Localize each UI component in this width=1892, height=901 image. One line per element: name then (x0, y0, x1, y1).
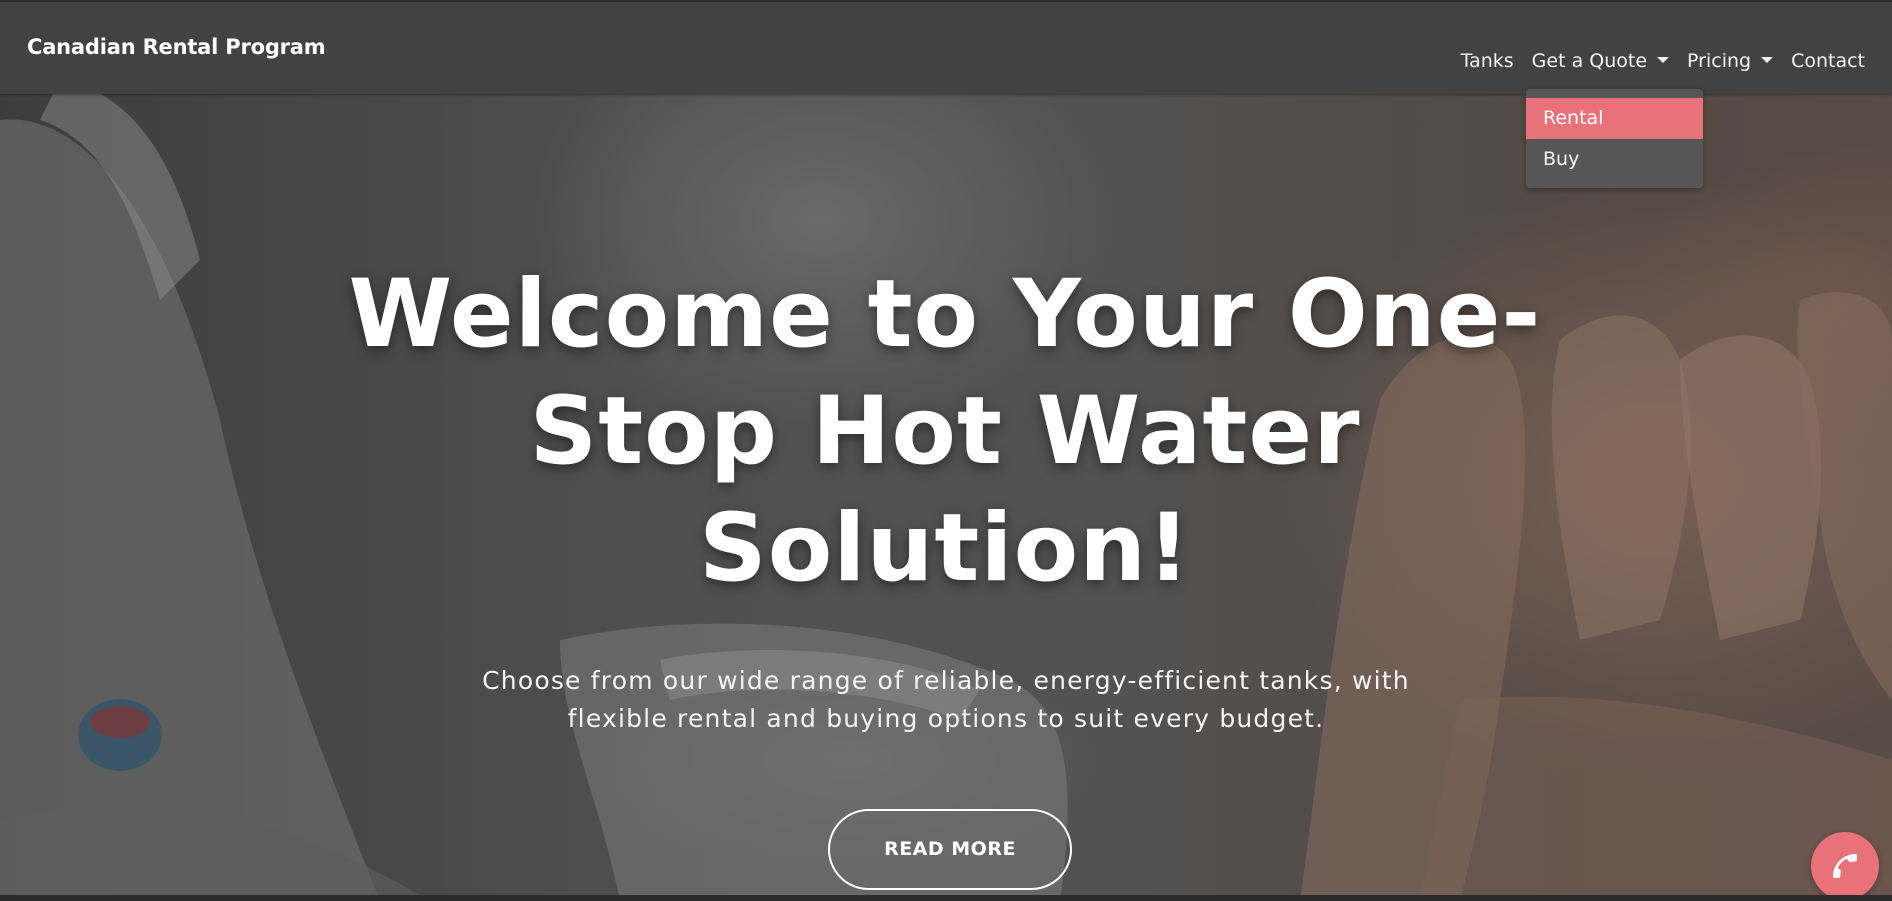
read-more-button[interactable]: READ MORE (828, 809, 1072, 890)
bottom-edge-bar (0, 895, 1892, 901)
nav-item-contact[interactable]: Contact (1791, 50, 1865, 72)
nav-item-label: Contact (1791, 50, 1865, 72)
nav-item-get-a-quote[interactable]: Get a Quote (1531, 50, 1670, 72)
caret-down-icon (1761, 57, 1774, 63)
quote-dropdown-menu: Rental Buy (1526, 89, 1703, 188)
caret-down-icon (1657, 57, 1670, 63)
nav-links: Tanks Get a Quote Pricing Contact (1443, 50, 1865, 72)
brand-logo[interactable]: Canadian Rental Program (27, 35, 326, 59)
hero-title: Welcome to Your One-Stop Hot Water Solut… (348, 260, 1542, 603)
phone-icon (1833, 854, 1857, 878)
nav-item-pricing[interactable]: Pricing (1687, 50, 1774, 72)
nav-item-label: Tanks (1460, 50, 1514, 72)
dropdown-item-buy[interactable]: Buy (1526, 139, 1703, 180)
navbar: Canadian Rental Program Tanks Get a Quot… (0, 0, 1892, 94)
nav-item-label: Get a Quote (1531, 50, 1648, 72)
call-button[interactable] (1811, 832, 1879, 900)
hero-subtitle: Choose from our wide range of reliable, … (482, 666, 1410, 733)
nav-item-label: Pricing (1687, 50, 1752, 72)
page: Canadian Rental Program Tanks Get a Quot… (0, 0, 1892, 901)
dropdown-item-rental[interactable]: Rental (1526, 98, 1703, 139)
nav-item-tanks[interactable]: Tanks (1461, 50, 1514, 72)
